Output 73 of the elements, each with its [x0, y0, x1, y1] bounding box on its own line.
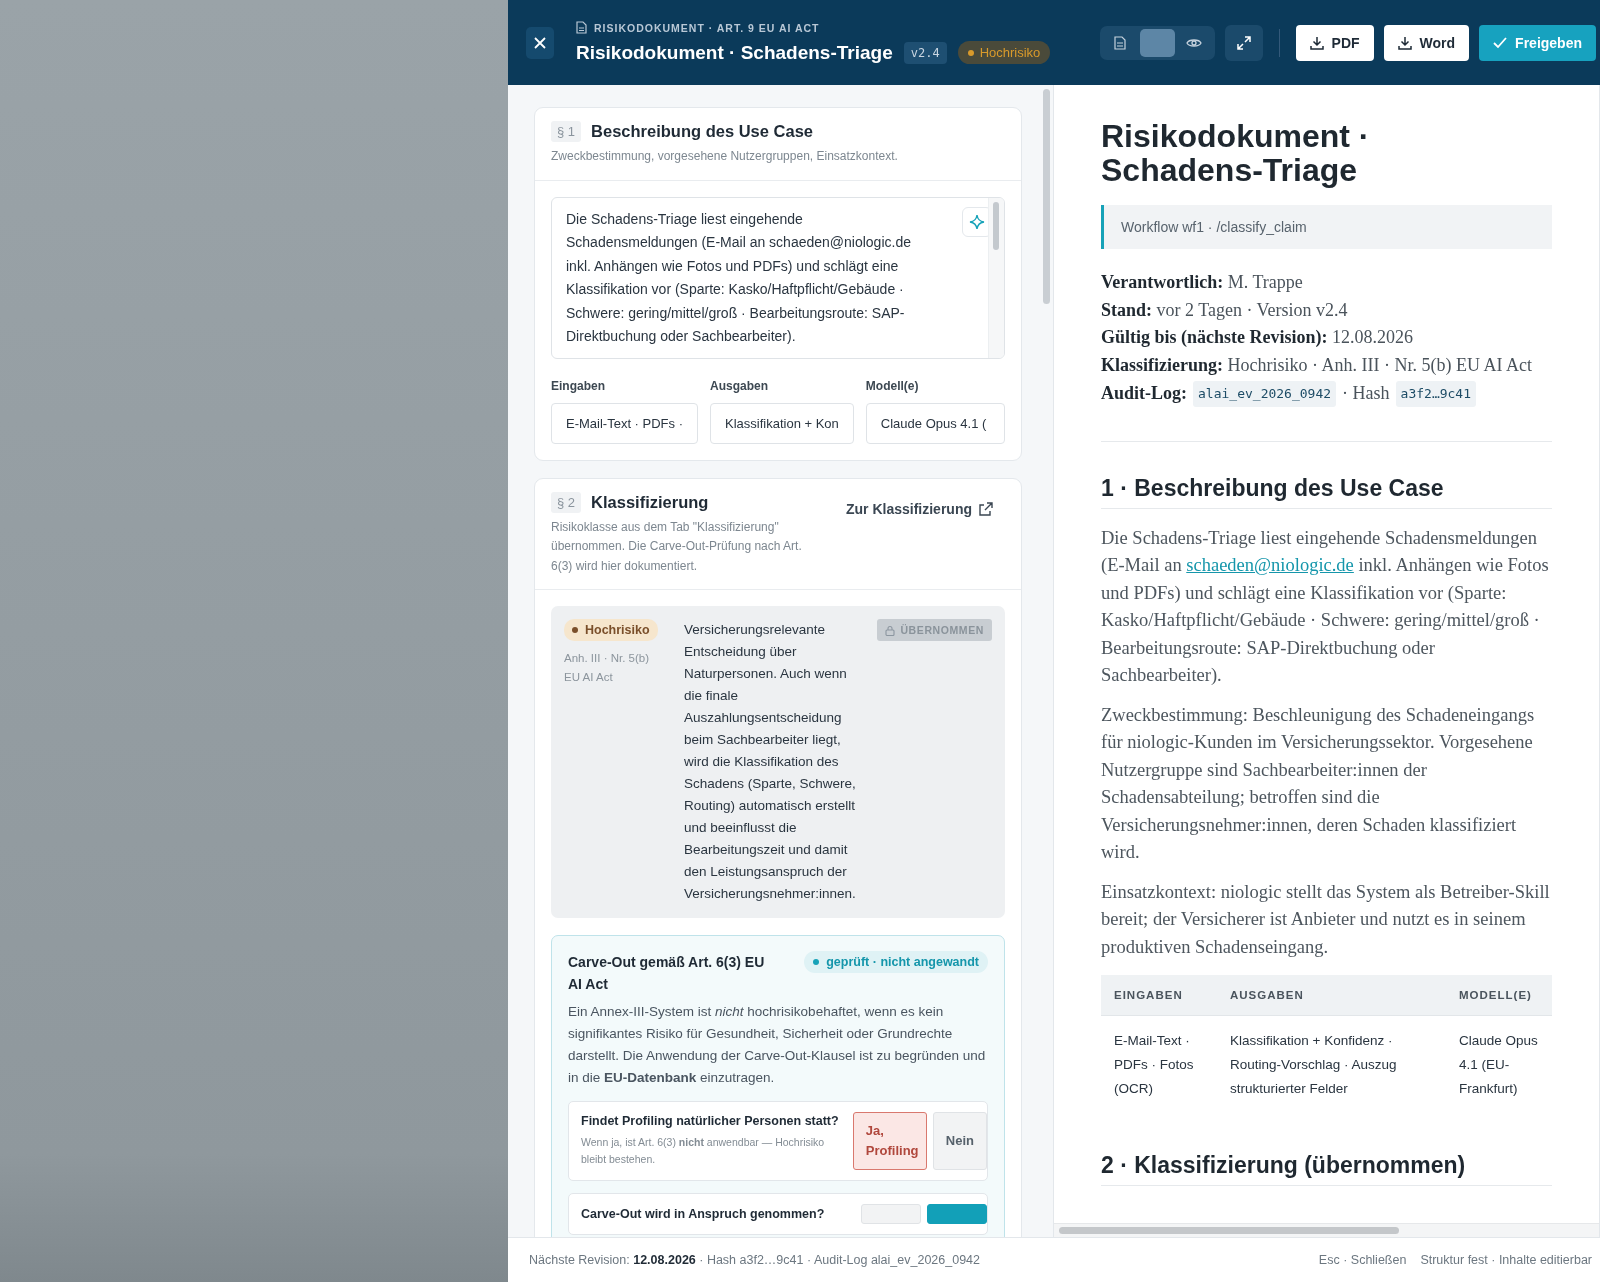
expand-button[interactable] [1224, 24, 1263, 61]
meta-line: Stand: vor 2 Tagen · Version v2.4 [1101, 298, 1349, 322]
lock-icon [885, 624, 896, 636]
workflow-note: Workflow wf1 · /classify_claim [1101, 205, 1552, 249]
section-number: § 1 [551, 121, 582, 142]
classification-link[interactable]: Zur Klassifizierung [845, 500, 993, 517]
input-field[interactable]: Claude Opus 4.1 ( [865, 402, 1005, 444]
split-view-button[interactable] [1139, 28, 1175, 57]
section-title: Beschreibung des Use Case [591, 122, 813, 141]
document-icon [576, 21, 587, 34]
section-subtitle: Zweckbestimmung, vorgesehene Nutzergruppen, Einsatzkontext. [551, 148, 899, 165]
meta-line: Gültig bis (nächste Revision): 12.08.2026 [1101, 326, 1414, 349]
section-subtitle: Risikoklasse aus dem Tab "Klassifizierung" übernommen. Die Carve-Out-Prüfung nach Art. 6(3) wird hier dokumentiert. [551, 518, 803, 575]
textarea-scrollbar[interactable] [988, 197, 1004, 358]
section-number: § 2 [551, 491, 582, 513]
close-icon [533, 35, 547, 50]
description-textarea[interactable]: Die Schadens-Triage liest eingehende Schadensmeldungen (E-Mail an schaeden@niologic.de inkl. Anhängen wie Fotos und PDFs) und schlägt eine Klassifikation vor (Sparte: Kasko/Haftpflicht/Gebäude · Schwere: gering/mittel/groß · Bearbeitungsroute: SAP-Direktbuchung oder Sachbearbeiter). [551, 196, 1005, 359]
risk-badge: Hochrisiko [957, 41, 1051, 64]
locked-badge: ÜBERNOMMEN [877, 619, 992, 641]
expand-icon [1235, 34, 1252, 51]
field-label: Eingaben [551, 378, 606, 393]
answer-option[interactable]: Ja, Profiling [852, 1112, 927, 1170]
close-button[interactable] [526, 26, 554, 59]
section-title: Klassifizierung [591, 492, 709, 512]
meta-line: Klassifizierung: Hochrisiko · Anh. III · Nr. 5(b) EU AI Act [1101, 353, 1533, 377]
download-button[interactable]: Word [1383, 24, 1470, 61]
carve-out-text: Ein Annex-III-System ist nicht hochrisikobehaftet, wenn es kein signifikantes Risiko für Gesundheit, Sicherheit oder Grundrechte darstellt. Die Anwendung der Carve-Out-Klausel ist zu begründen und in die EU-Datenbank einzutragen. [568, 1003, 987, 1087]
meta-line: Verantwortlich: M. Trappe [1101, 271, 1304, 294]
download-button[interactable]: PDF [1295, 24, 1374, 61]
footer-hint: Struktur fest · Inhalte editierbar [1420, 1253, 1592, 1267]
version-tag: v2.4 [903, 41, 947, 64]
question-text: Findet Profiling natürlicher Personen statt? [581, 1114, 840, 1128]
external-link-icon [979, 501, 993, 516]
download-icon [1397, 35, 1412, 50]
table-cell: E-Mail-Text · PDFs · Fotos (OCR) [1114, 1033, 1194, 1096]
risk-badge: Hochrisiko [564, 619, 658, 641]
horizontal-scrollbar[interactable] [1054, 1223, 1599, 1237]
eye-icon [1186, 36, 1203, 49]
question-text: Carve-Out wird in Anspruch genommen? [581, 1207, 826, 1221]
footer-hint: Esc · Schließen [1318, 1253, 1407, 1267]
classification-text: Versicherungsrelevante Entscheidung über Naturpersonen. Auch wenn die finale Auszahlungsentscheidung beim Sachbearbeiter liegt, wird die Klassifikation des Schadens (Sparte, Schwere, Routing) automatisch erstellt und beeinflusst die Bearbeitungszeit und damit den Leistungsanspruch der Versicherungsnehmer:innen. [684, 621, 857, 903]
drawer-title: Risikodokument · Schadens-Triage [576, 41, 893, 64]
section-heading: 1 · Beschreibung des Use Case [1101, 474, 1552, 509]
table-cell: Klassifikation + Konfidenz · Routing-Vorschlag · Auszug strukturierter Felder [1230, 1033, 1397, 1096]
answer-option[interactable]: Nein [932, 1112, 987, 1170]
code-chip: a3f2…9c41 [1395, 381, 1477, 407]
code-chip: alai_ev_2026_0942 [1193, 381, 1337, 407]
download-icon [1309, 35, 1324, 50]
document-title: Risikodokument · Schadens-Triage [1101, 119, 1371, 187]
paragraph: Die Schadens-Triage liest eingehende Schadensmeldungen (E-Mail an schaeden@niologic.de inkl. Anhängen wie Fotos und PDFs) und schlägt eine Klassifikation vor (Sparte: Kasko/Haftpflicht/Gebäude · Schwere: gering/mittel/groß · Bearbeitungsroute: SAP-Direktbuchung oder Sachbearbeiter). [1101, 526, 1550, 687]
meta-label: Audit-Log: [1101, 382, 1187, 405]
column-header: EINGABEN [1114, 989, 1183, 1001]
header-eyebrow: RISIKODOKUMENT · ART. 9 EU AI ACT [594, 21, 820, 34]
paragraph: Zweckbestimmung: Beschleunigung des Schadeneingangs für niologic-Kunden im Versicherungssektor. Vorgesehene Nutzergruppe sind Sachbearbeiter:innen der Schadensabteilung; betroffen sind die Versicherungsnehmer:innen, deren Schaden klassifiziert wird. [1101, 703, 1536, 864]
input-field[interactable]: E-Mail-Text · PDFs · [551, 402, 698, 444]
footer-info: Nächste Revision: 12.08.2026 · Hash a3f2…9c41 · Audit-Log alai_ev_2026_0942 [529, 1253, 980, 1267]
email-link[interactable]: schaeden@niologic.de [1186, 555, 1354, 575]
field-label: Ausgaben [710, 378, 769, 393]
status-badge: geprüft · nicht angewandt [804, 951, 988, 973]
table-cell: Claude Opus 4.1 (EU-Frankfurt) [1459, 1033, 1538, 1096]
carve-out-title: Carve-Out gemäß Art. 6(3) EU AI Act [568, 953, 766, 994]
column-header: AUSGABEN [1230, 989, 1304, 1001]
checkmark-icon [1493, 36, 1508, 49]
meta-text: · Hash [1342, 382, 1390, 405]
document-icon [1114, 35, 1127, 50]
paragraph: Einsatzkontext: niologic stellt das System als Betreiber-Skill bereit; der Versicherer ist Anbieter und nutzt es in seinem produktiven Schadenseingang. [1101, 880, 1551, 959]
sparkle-icon [969, 213, 985, 230]
legal-reference: Anh. III · Nr. 5(b) EU AI Act [564, 651, 650, 685]
question-hint: Wenn ja, ist Art. 6(3) nicht anwendbar — Hochrisiko bleibt bestehen. [581, 1135, 826, 1167]
field-label: Modell(e) [865, 378, 920, 393]
column-header: MODELL(E) [1459, 989, 1532, 1001]
section-heading: 2 · Klassifizierung (übernommen) [1101, 1152, 1552, 1186]
input-field[interactable]: Klassifikation + Kon [710, 402, 854, 444]
